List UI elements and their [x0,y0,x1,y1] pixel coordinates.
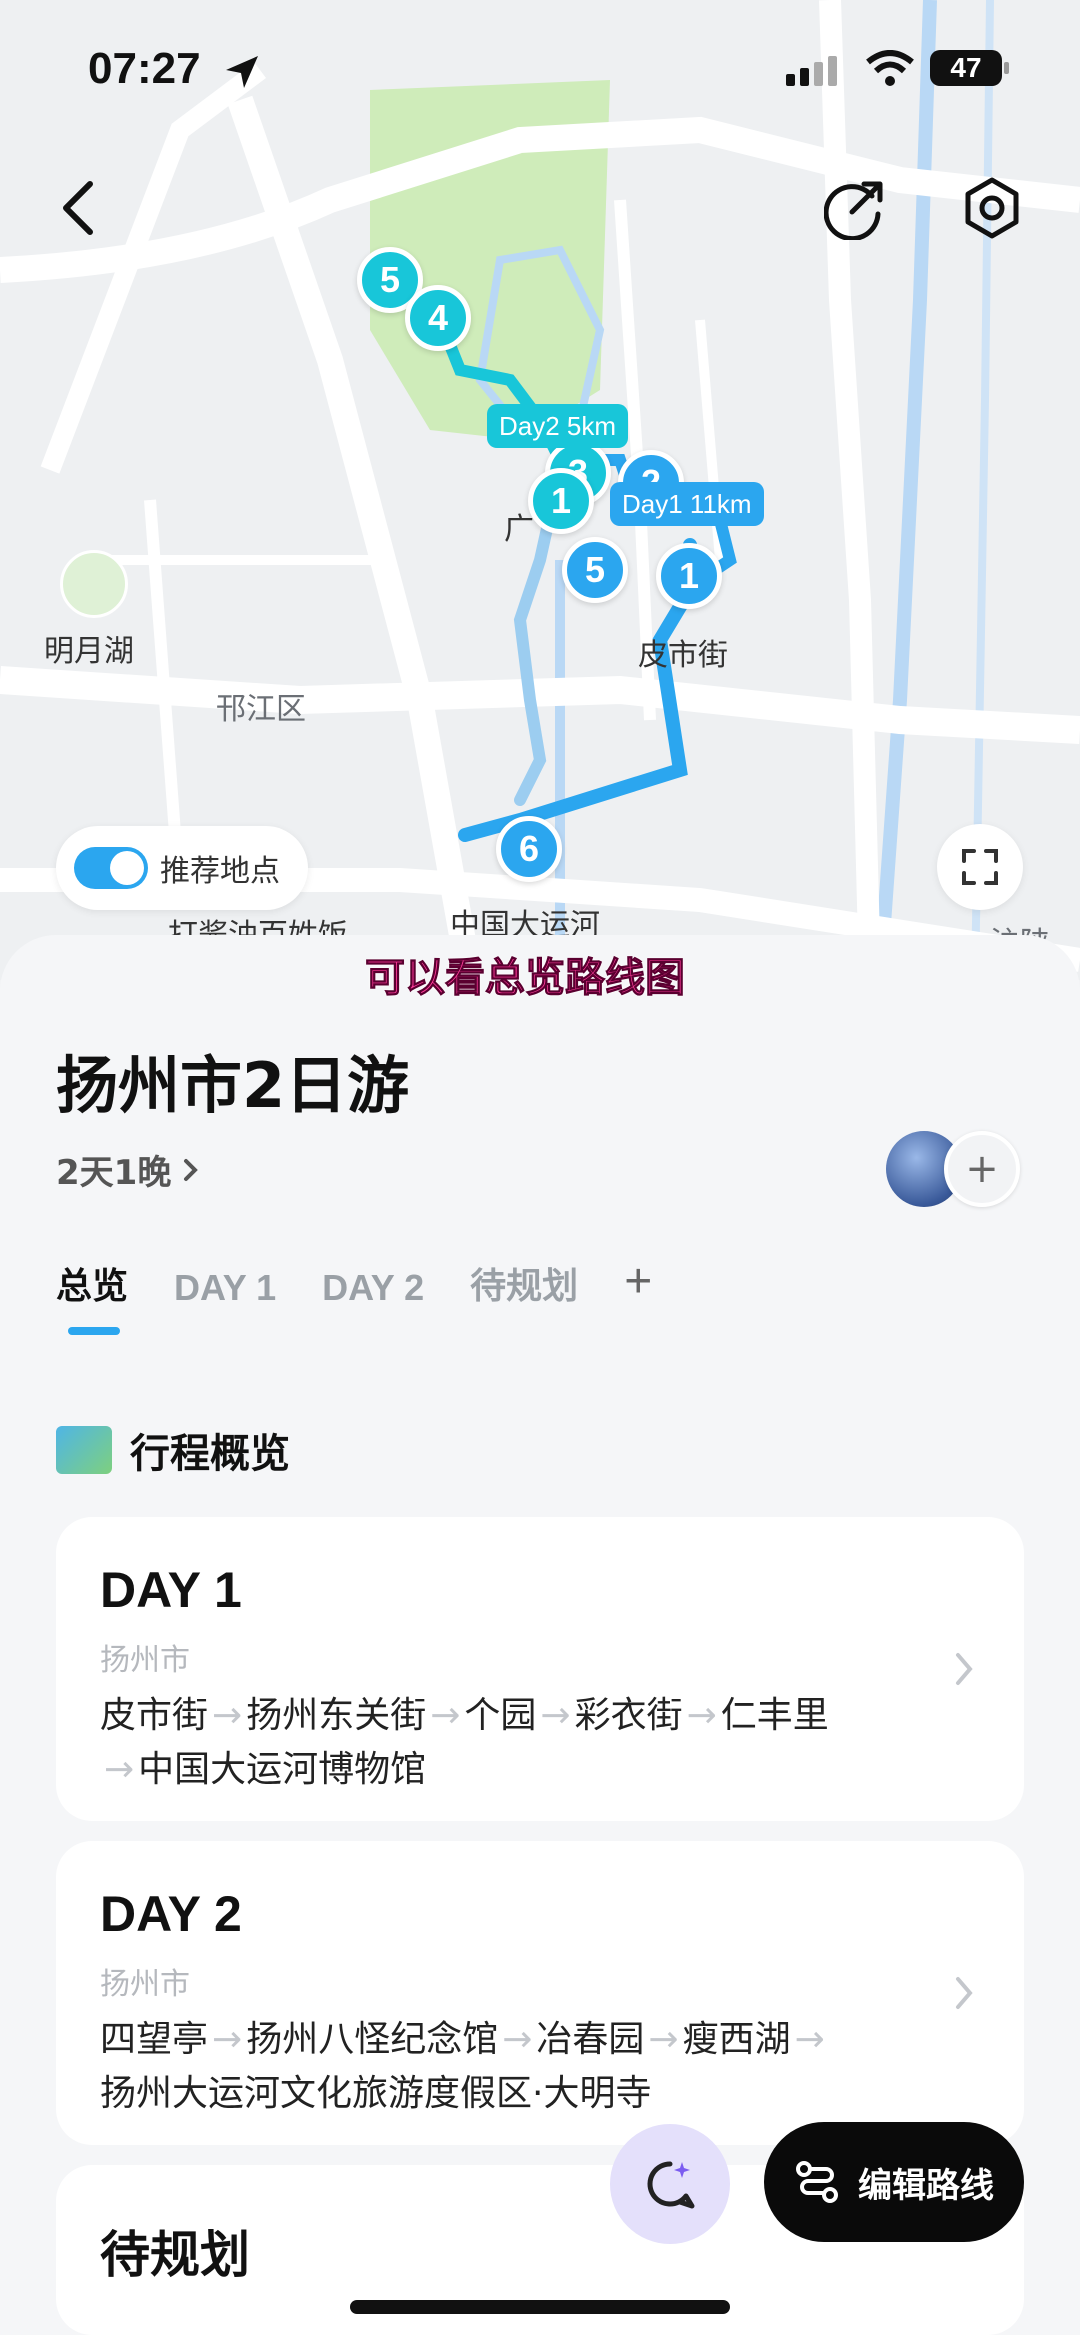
trip-tabs: 总览 DAY 1 DAY 2 待规划 + [56,1254,698,1335]
map-label-pishi-street[interactable]: 皮市街 [638,630,728,674]
video-caption: 可以看总览路线图 [365,955,686,1002]
settings-icon [965,177,1019,239]
back-icon [63,181,93,235]
route-distance-day2[interactable]: Day2 5km [487,404,629,448]
stop: 扬州八怪纪念馆 [246,2019,499,2060]
stop: 瘦西湖 [682,2019,791,2060]
back-button[interactable] [38,168,118,248]
add-day-tab[interactable]: + [624,1254,652,1309]
day-city: 扬州市 [100,1643,190,1678]
tab-unplanned[interactable]: 待规划 [470,1257,578,1309]
stop: 皮市街 [100,1695,209,1736]
stop: 四望亭 [100,2019,209,2060]
section-title: 行程概览 [56,1421,290,1479]
map-pin-day1-6[interactable]: 6 [496,816,562,882]
stop: 中国大运河博物馆 [138,1749,427,1790]
stop: 冶春园 [536,2019,645,2060]
battery-indicator: 47 [930,50,1009,86]
trip-duration: 2天1晚 [56,1153,172,1193]
wifi-icon [866,50,914,86]
home-indicator[interactable] [350,2300,730,2314]
day-route: 四望亭 → 扬州八怪纪念馆 → 冶春园 → 瘦西湖 → 扬州大运河文化旅游度假区·大明寺 [100,2013,960,2121]
arrow-icon: → [540,1695,571,1736]
route-distance-day1[interactable]: Day1 11km [610,482,764,526]
signal-icon [786,56,837,86]
arrow-icon: → [212,2019,243,2060]
arrow-icon: → [104,1749,135,1790]
route-icon [796,2161,838,2203]
scenic-spot-icon[interactable] [60,550,128,618]
arrow-icon: → [686,1695,717,1736]
status-bar: 07:27 47 [0,40,1080,100]
map-pin-day2-4[interactable]: 4 [405,285,471,351]
map-label-mingyue-lake[interactable]: 明月湖 [44,626,134,670]
add-member-button[interactable]: + [944,1131,1020,1207]
stop: 彩衣街 [574,1695,683,1736]
fullscreen-button[interactable] [937,824,1023,910]
chevron-right-icon [956,1653,973,1685]
arrow-icon: → [648,2019,679,2060]
unplanned-title: 待规划 [100,2226,250,2284]
tab-day2[interactable]: DAY 2 [322,1267,424,1309]
stop: 个园 [464,1695,537,1736]
chevron-right-icon [956,1977,973,2009]
day-card-2[interactable]: DAY 2 扬州市 四望亭 → 扬州八怪纪念馆 → 冶春园 → 瘦西湖 → 扬州大运河文化旅游度… [56,1841,1024,2145]
day-title: DAY 2 [100,1886,242,1942]
tab-overview[interactable]: 总览 [56,1257,128,1335]
arrow-icon: → [430,1695,461,1736]
fullscreen-icon [962,849,998,885]
share-icon [824,181,883,240]
chevron-right-icon [184,1158,199,1181]
edit-route-button[interactable]: 编辑路线 [764,2122,1024,2242]
toggle-switch[interactable] [74,847,148,889]
tab-day1[interactable]: DAY 1 [174,1267,276,1309]
arrow-icon: → [794,2019,825,2060]
map-pin-day1-1[interactable]: 1 [656,543,722,609]
day-city: 扬州市 [100,1967,190,2002]
day-card-1[interactable]: DAY 1 扬州市 皮市街 → 扬州东关街 → 个园 → 彩衣街 → 仁丰里 → 中国大运河博物馆 [56,1517,1024,1821]
map-view[interactable]: 07:27 47 明月湖 邗江区 皮市街 中国大运河 打酱油百姓饭 沪陕 广 5… [0,0,1080,980]
world-map-icon [56,1426,112,1474]
stop: 扬州东关街 [246,1695,427,1736]
status-time: 07:27 [88,44,201,93]
trip-title: 扬州市2日游 [56,1049,410,1122]
settings-button[interactable] [952,168,1032,248]
ai-assistant-button[interactable] [610,2124,730,2244]
day-title: DAY 1 [100,1562,242,1618]
stop: 扬州大运河文化旅游度假区·大明寺 [100,2073,652,2114]
toggle-label: 推荐地点 [160,854,280,889]
map-label-hanjiang: 邗江区 [216,692,306,727]
recommended-places-toggle[interactable]: 推荐地点 [56,826,308,910]
edit-route-label: 编辑路线 [858,2165,994,2206]
section-title-text: 行程概览 [130,1431,290,1477]
map-pin-day1-5[interactable]: 5 [562,537,628,603]
location-arrow-icon [226,56,258,88]
arrow-icon: → [212,1695,243,1736]
arrow-icon: → [502,2019,533,2060]
day-route: 皮市街 → 扬州东关街 → 个园 → 彩衣街 → 仁丰里 → 中国大运河博物馆 [100,1689,960,1797]
trip-duration-button[interactable]: 2天1晚 [56,1145,201,1194]
ai-chat-icon [647,2161,695,2209]
map-pin-day2-1[interactable]: 1 [528,468,594,534]
stop: 仁丰里 [720,1695,829,1736]
share-button[interactable] [816,168,896,248]
card-chevron [952,1517,976,1821]
card-chevron [952,1841,976,2145]
